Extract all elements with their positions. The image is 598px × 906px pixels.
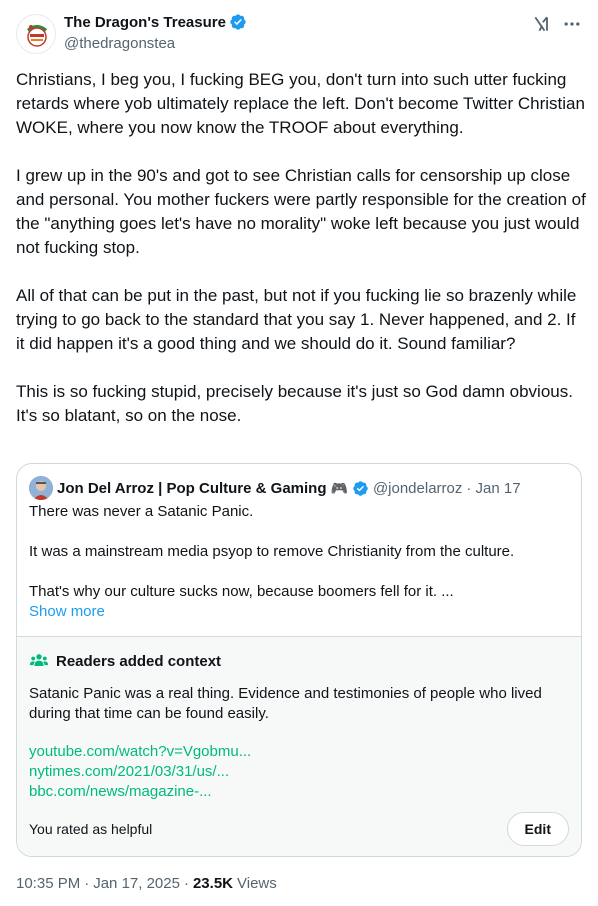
rating-status: You rated as helpful	[29, 821, 153, 837]
quoted-author-avatar[interactable]	[29, 476, 53, 500]
views-count[interactable]: 23.5K	[193, 875, 233, 892]
verified-badge-icon	[230, 14, 246, 30]
quoted-author-name[interactable]: Jon Del Arroz | Pop Culture & Gaming	[57, 480, 327, 497]
tweet-paragraph: I grew up in the 90's and got to see Chr…	[16, 166, 586, 257]
separator: ·	[84, 875, 90, 892]
tweet-meta: 10:35 PM · Jan 17, 2025 · 23.5K Views	[16, 875, 277, 892]
tweet-time[interactable]: 10:35 PM	[16, 875, 80, 892]
tweet-body: Christians, I beg you, I fucking BEG you…	[16, 68, 586, 428]
context-link[interactable]: bbc.com/news/magazine-...	[29, 782, 569, 802]
verified-badge-icon	[353, 480, 368, 496]
tweet-paragraph: Christians, I beg you, I fucking BEG you…	[16, 70, 585, 137]
quoted-paragraph: It was a mainstream media psyop to remov…	[29, 543, 515, 560]
people-icon	[29, 654, 49, 666]
gamepad-icon: 🎮	[330, 479, 348, 496]
edit-rating-button[interactable]: Edit	[506, 812, 569, 846]
context-text: Satanic Panic was a real thing. Evidence…	[29, 685, 542, 722]
views-label: Views	[237, 875, 277, 892]
quoted-body: There was never a Satanic Panic. It was …	[29, 502, 569, 602]
community-notes: Readers added context Satanic Panic was …	[17, 636, 581, 856]
quoted-author-handle[interactable]: @jondelarroz	[373, 480, 462, 497]
tweet-paragraph: This is so fucking stupid, precisely bec…	[16, 382, 573, 425]
show-more-link[interactable]: Show more	[29, 603, 569, 620]
more-options-icon[interactable]	[562, 14, 582, 34]
context-link[interactable]: youtube.com/watch?v=Vgobmu...	[29, 742, 569, 762]
author-handle[interactable]: @thedragonstea	[64, 35, 247, 52]
quoted-paragraph: There was never a Satanic Panic.	[29, 503, 254, 520]
context-link[interactable]: nytimes.com/2021/03/31/us/...	[29, 762, 569, 782]
separator: ·	[183, 875, 189, 892]
author-name[interactable]: The Dragon's Treasure	[64, 14, 226, 31]
author-avatar[interactable]	[16, 14, 56, 54]
quoted-paragraph: That's why our culture sucks now, becaus…	[29, 583, 454, 600]
tweet-paragraph: All of that can be put in the past, but …	[16, 286, 577, 353]
context-heading: Readers added context	[56, 652, 222, 670]
quoted-date[interactable]: · Jan 17	[466, 480, 520, 497]
tweet-header: The Dragon's Treasure @thedragonstea	[16, 10, 582, 58]
quoted-tweet[interactable]: Jon Del Arroz | Pop Culture & Gaming 🎮 @…	[16, 463, 582, 857]
tweet-date[interactable]: Jan 17, 2025	[93, 875, 180, 892]
grok-icon[interactable]	[532, 14, 552, 34]
